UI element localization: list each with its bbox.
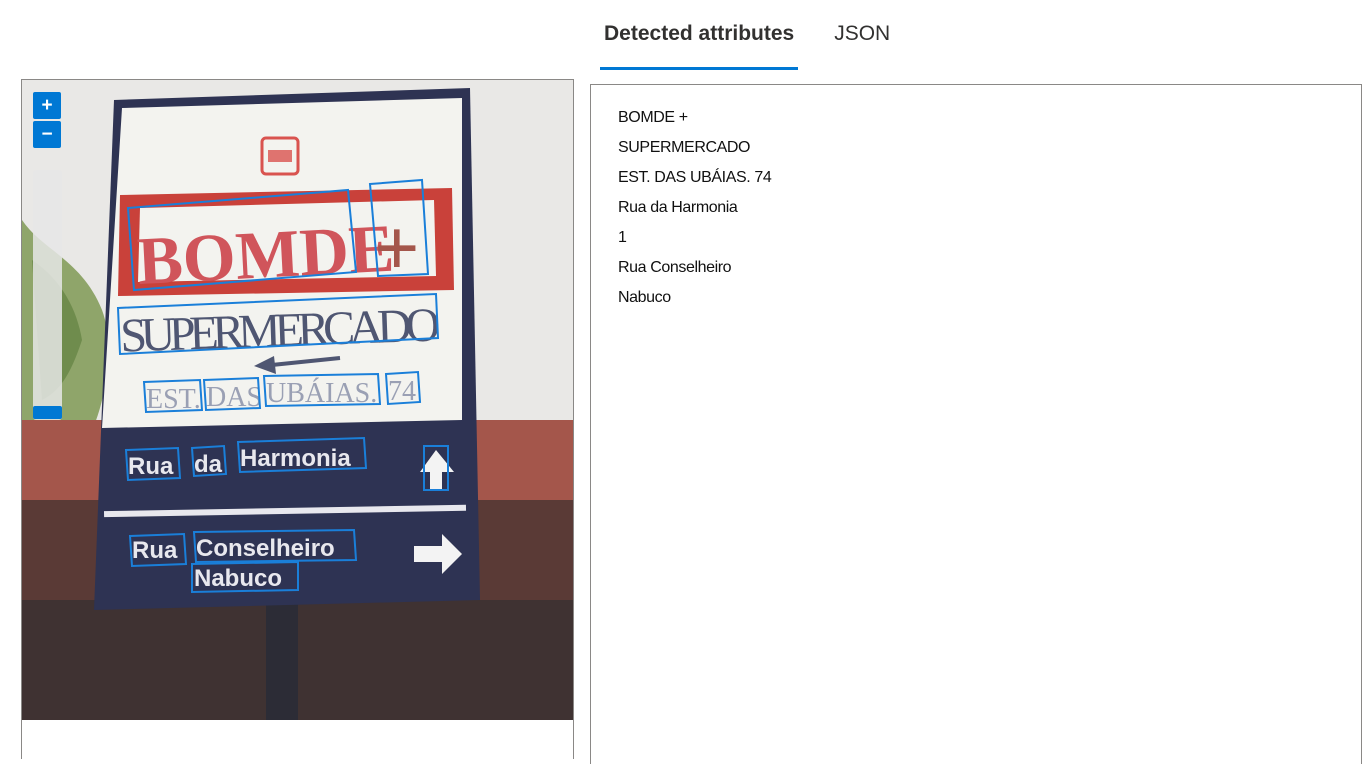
tab-json[interactable]: JSON [830,14,894,62]
image-viewer[interactable]: BOMDE + SUPERMERCADO EST. DAS UBÁIAS. 74… [21,79,574,759]
sign-street1-word: Rua [128,453,174,480]
sign-street2-word: Conselheiro [196,535,335,562]
sign-street2-word: Rua [132,537,178,564]
sign-logo-text: BOMDE [135,210,396,299]
sign-photo: BOMDE + SUPERMERCADO EST. DAS UBÁIAS. 74… [22,80,573,720]
tab-detected-attributes[interactable]: Detected attributes [600,14,799,70]
result-line: Nabuco [618,289,671,306]
result-line: 1 [618,229,627,246]
result-line: SUPERMERCADO [618,139,751,156]
result-line: BOMDE + [618,109,688,126]
result-line: EST. DAS UBÁIAS. 74 [618,169,772,186]
zoom-out-button[interactable]: − [33,121,61,148]
sign-street1-word: Harmonia [240,445,351,472]
detected-text-panel: BOMDE + SUPERMERCADO EST. DAS UBÁIAS. 74… [590,84,1362,764]
sign-supermercado: SUPERMERCADO [119,298,441,362]
sign-logo-plus: + [374,205,420,293]
tab-bar: Detected attributes JSON [600,14,894,70]
sign-street2-line2: Nabuco [194,565,282,592]
result-line: Rua Conselheiro [618,259,732,276]
zoom-in-button[interactable]: + [33,92,61,119]
zoom-slider-handle[interactable] [33,406,62,419]
result-line: Rua da Harmonia [618,199,738,216]
zoom-slider-track[interactable] [33,170,62,420]
